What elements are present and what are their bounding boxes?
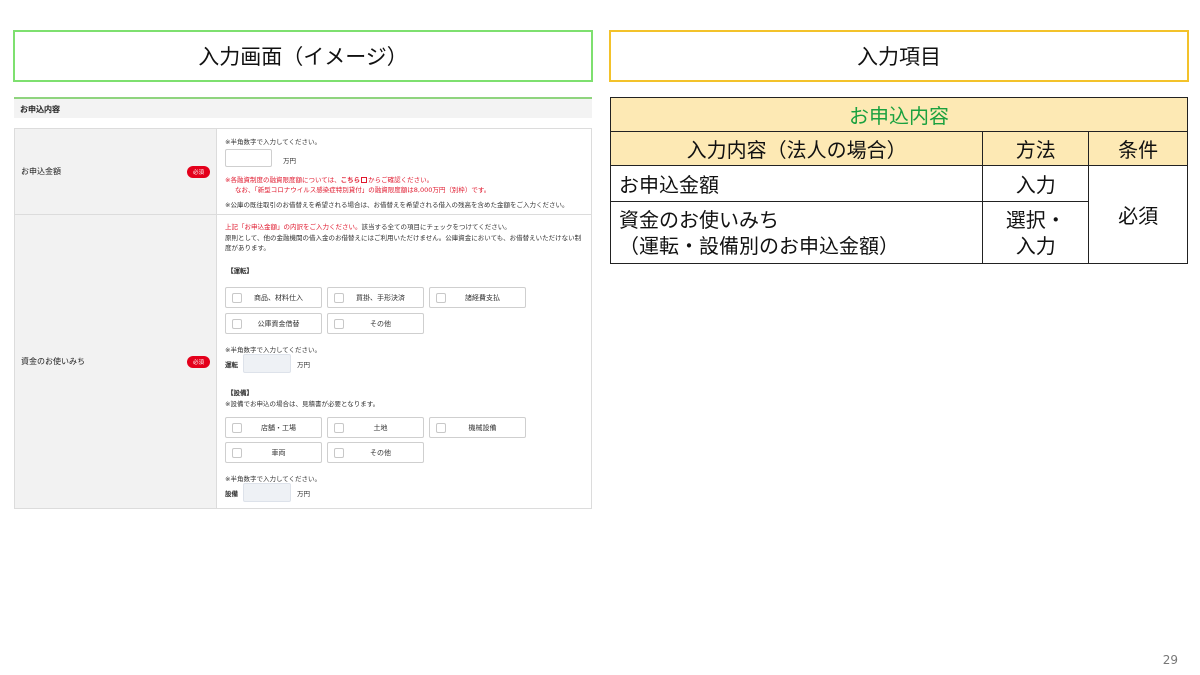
column-header-item: 入力内容（法人の場合）	[609, 131, 984, 166]
application-form-image: お申込内容 お申込金額 必須 ※半角数字で入力してください。 万円 ※各融資制度…	[14, 97, 592, 509]
table-row-usage-method: 選択・ 入力	[982, 201, 1090, 264]
checkbox-equipment-3[interactable]: 機械設備	[429, 417, 526, 438]
table-condition-required: 必須	[1088, 165, 1188, 264]
amount-note-2: なお、「新型コロナウイルス感染症特別貸付」の融資限度額は8,000万円（別枠）で…	[235, 186, 491, 194]
operating-unit: 万円	[297, 361, 310, 369]
column-header-condition: 条件	[1088, 131, 1188, 166]
checkbox-operating-1[interactable]: 商品、材料仕入	[225, 287, 322, 308]
usage-intro-1: 上記「お申込金額」の内訳をご入力ください。該当する全ての項目にチェックをつけてく…	[225, 223, 511, 231]
checkbox-operating-3[interactable]: 諸経費支払	[429, 287, 526, 308]
checkbox-square-icon	[334, 292, 344, 303]
usage-label: 資金のお使いみち	[21, 357, 85, 366]
usage-intro-2: 原則として、他の金融機関の借入金のお借替えにはご利用いただけません。公庫資金にお…	[225, 234, 582, 242]
form-row-usage: 資金のお使いみち 必須 上記「お申込金額」の内訳をご入力ください。該当する全ての…	[14, 215, 592, 509]
amount-input[interactable]	[225, 149, 272, 167]
form-section-title: お申込内容	[14, 97, 592, 118]
header-input-items: 入力項目	[609, 30, 1189, 82]
operating-amount-label: 運転	[225, 361, 238, 369]
header-input-screen: 入力画面（イメージ）	[13, 30, 593, 82]
table-row-amount-item: お申込金額	[609, 165, 984, 202]
amount-label-cell: お申込金額 必須	[15, 129, 217, 214]
checkbox-square-icon	[232, 292, 242, 303]
column-header-method: 方法	[982, 131, 1090, 166]
operating-amount-input[interactable]	[243, 354, 291, 373]
checkbox-equipment-1[interactable]: 店舗・工場	[225, 417, 322, 438]
checkbox-operating-5[interactable]: その他	[327, 313, 424, 334]
checkbox-square-icon	[436, 422, 446, 433]
checkbox-equipment-2[interactable]: 土地	[327, 417, 424, 438]
usage-label-cell: 資金のお使いみち 必須	[15, 215, 217, 508]
usage-intro-3: 度があります。	[225, 244, 270, 252]
amount-hint: ※半角数字で入力してください。	[225, 138, 322, 146]
checkbox-square-icon	[232, 447, 242, 458]
external-link-icon	[361, 177, 368, 183]
amount-body: ※半角数字で入力してください。 万円 ※各融資制度の融資限度額については、こちら…	[217, 129, 591, 214]
limit-link[interactable]: こちら	[341, 176, 361, 184]
checkbox-square-icon	[232, 318, 242, 329]
required-badge: 必須	[186, 355, 210, 368]
checkbox-square-icon	[334, 447, 344, 458]
operating-hint: ※半角数字で入力してください。	[225, 346, 322, 354]
amount-note-3: ※公庫の既往取引のお借替えを希望される場合は、お借替えを希望される借入の残高を含…	[225, 201, 569, 209]
amount-note-1: ※各融資制度の融資限度額については、こちら からご確認ください。	[225, 176, 434, 184]
input-items-table: お申込内容 入力内容（法人の場合） 方法 条件 お申込金額 入力 必須 資金のお…	[609, 97, 1188, 264]
page-number: 29	[1162, 653, 1178, 667]
usage-body: 上記「お申込金額」の内訳をご入力ください。該当する全ての項目にチェックをつけてく…	[217, 215, 591, 508]
checkbox-equipment-4[interactable]: 車両	[225, 442, 322, 463]
equipment-unit: 万円	[297, 490, 310, 498]
equipment-amount-input[interactable]	[243, 483, 291, 502]
table-row-amount-method: 入力	[982, 165, 1090, 202]
operating-heading: 【運転】	[227, 267, 253, 275]
equipment-heading: 【設備】	[227, 389, 253, 397]
equipment-note: ※設備でお申込の場合は、見積書が必要となります。	[225, 400, 380, 408]
equipment-amount-label: 設備	[225, 490, 238, 498]
amount-label: お申込金額	[21, 167, 61, 176]
required-badge: 必須	[186, 165, 210, 178]
table-row-usage-item: 資金のお使いみち （運転・設備別のお申込金額）	[609, 201, 984, 264]
amount-unit: 万円	[283, 157, 296, 165]
equipment-hint: ※半角数字で入力してください。	[225, 475, 322, 483]
form-row-amount: お申込金額 必須 ※半角数字で入力してください。 万円 ※各融資制度の融資限度額…	[14, 128, 592, 215]
checkbox-square-icon	[334, 318, 344, 329]
checkbox-square-icon	[232, 422, 242, 433]
checkbox-operating-4[interactable]: 公庫資金借替	[225, 313, 322, 334]
checkbox-operating-2[interactable]: 買掛、手形決済	[327, 287, 424, 308]
table-title: お申込内容	[610, 97, 1188, 132]
checkbox-square-icon	[334, 422, 344, 433]
checkbox-square-icon	[436, 292, 446, 303]
checkbox-equipment-5[interactable]: その他	[327, 442, 424, 463]
